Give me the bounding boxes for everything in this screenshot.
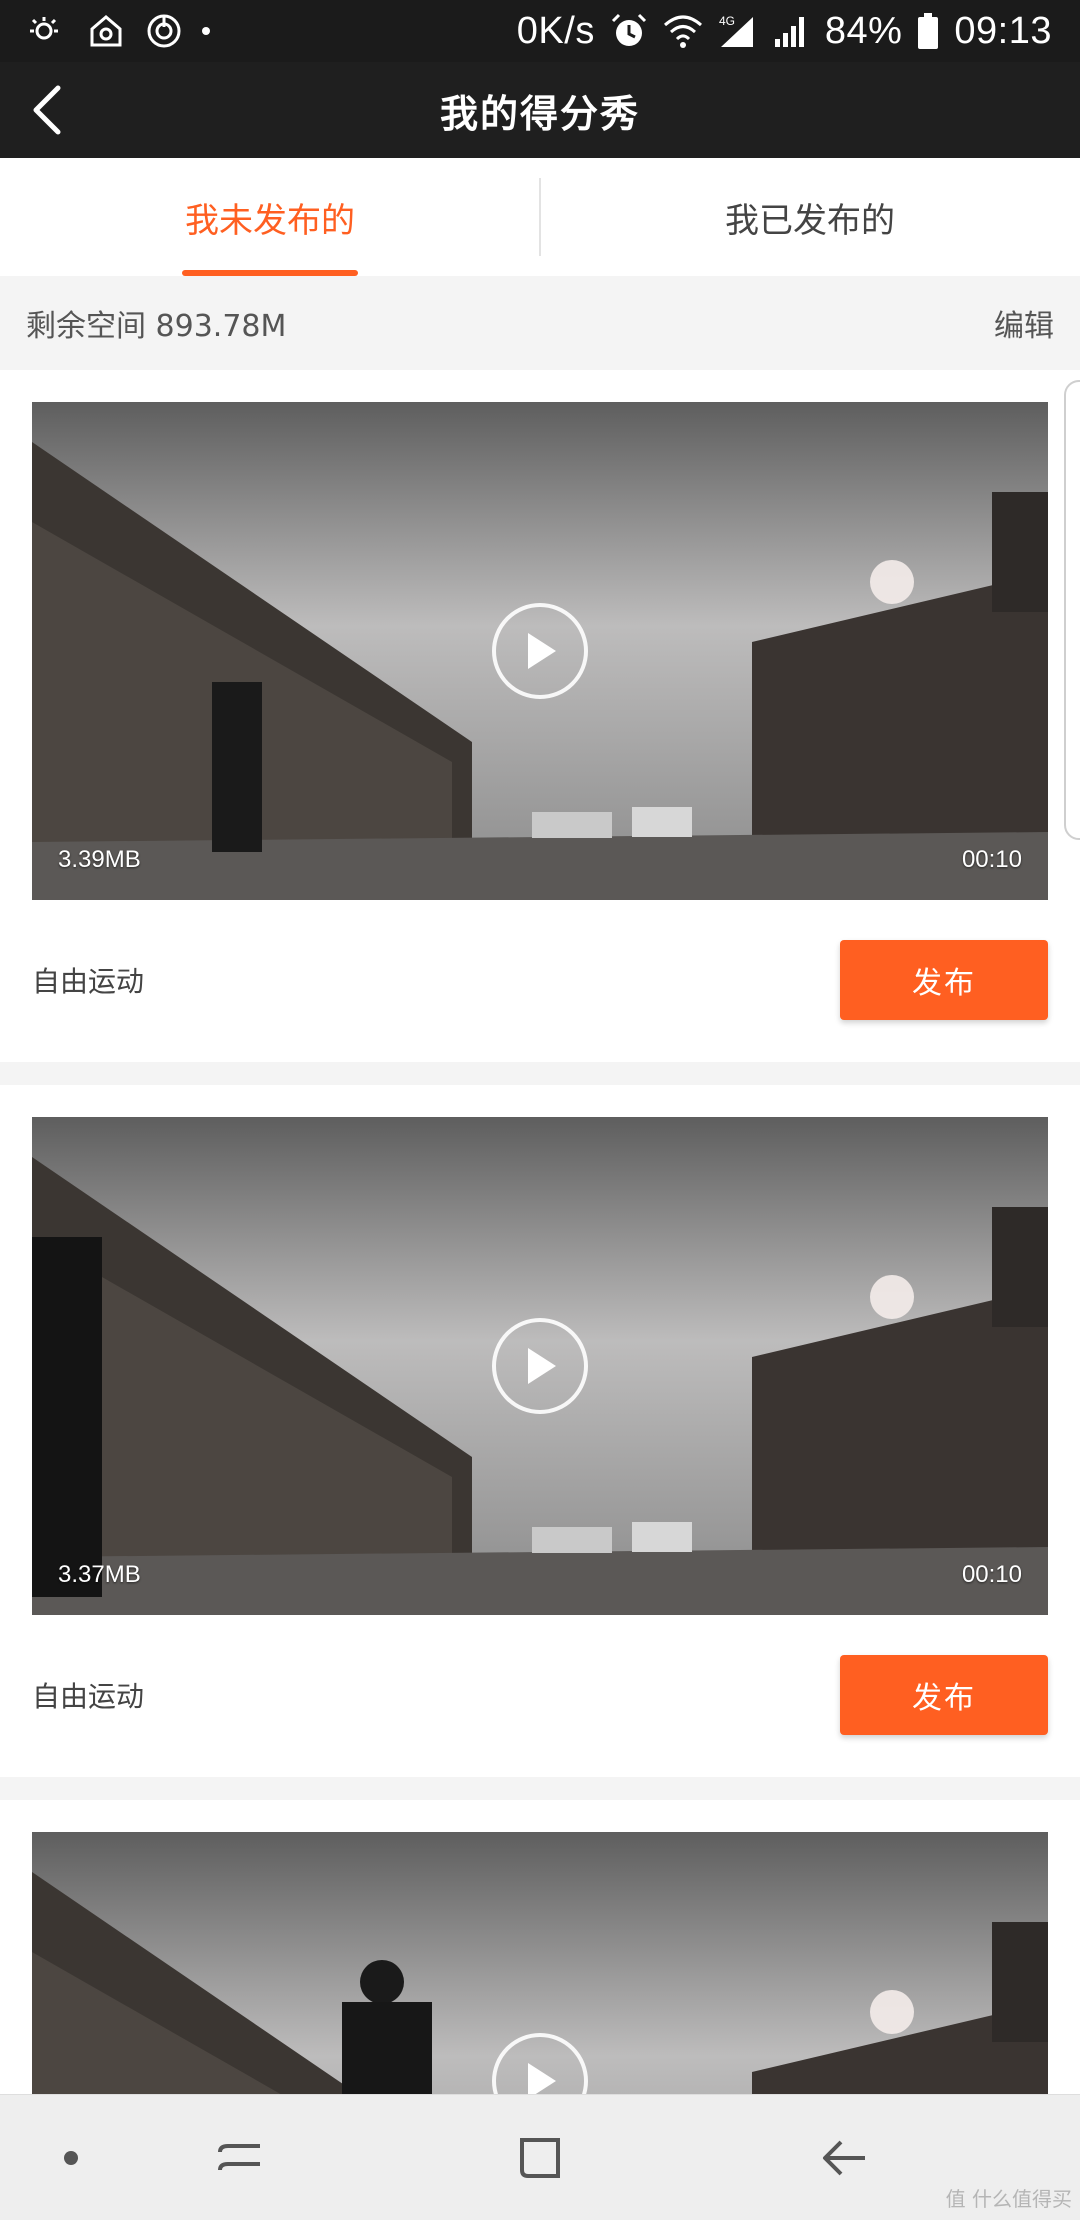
card-footer: 自由运动 发布 [32,900,1048,1060]
tab-unpublished[interactable]: 我未发布的 [0,158,540,276]
home-button[interactable] [505,2123,575,2193]
video-thumbnail[interactable]: 3.37MB 00:10 [32,1117,1048,1615]
clock: 09:13 [954,9,1052,52]
screen: 0K/s 4G 84% 09:13 我的得分秀 我未发布的 我已发布的 剩余空间… [0,0,1080,2220]
video-category: 自由运动 [32,1680,145,1713]
system-nav-bar: 值 什么值得买 [0,2094,1080,2220]
video-card: 3.37MB 00:10 自由运动 发布 [0,1085,1080,1777]
tab-divider [539,178,541,256]
wifi-icon [663,15,702,48]
weather-icon [30,17,58,40]
power-app-icon [147,14,181,48]
signal-4g-icon: 4G [719,14,753,47]
back-icon [823,2140,865,2176]
recent-apps-icon [218,2144,260,2171]
play-icon [528,633,556,669]
back-button[interactable] [18,80,78,140]
page-title: 我的得分秀 [439,91,640,136]
home-icon [520,2138,560,2178]
svg-text:4G: 4G [719,14,735,28]
video-thumbnail[interactable]: 3.39MB 00:10 [32,402,1048,900]
storage-bar: 剩余空间 893.78M 编辑 [0,276,1080,370]
video-category: 自由运动 [32,965,145,998]
battery-icon [918,13,939,49]
more-notifications-dot-icon [202,27,210,35]
network-speed: 0K/s [516,9,595,52]
dot-icon [64,2151,78,2165]
tab-published[interactable]: 我已发布的 [540,158,1080,276]
play-button[interactable] [492,1318,588,1414]
video-size: 3.37MB [58,1561,141,1588]
battery-percent: 84% [824,9,903,52]
status-bar: 0K/s 4G 84% 09:13 [0,0,1080,62]
edit-button[interactable]: 编辑 [994,301,1054,345]
alarm-icon [611,13,646,46]
publish-button[interactable]: 发布 [840,1655,1048,1735]
back-arrow-icon [33,85,61,135]
play-icon [528,1348,556,1384]
nav-dot-button[interactable] [36,2123,106,2193]
tab-bar: 我未发布的 我已发布的 [0,158,1080,276]
status-notifications [28,11,210,51]
video-size: 3.39MB [58,846,141,873]
publish-button[interactable]: 发布 [840,940,1048,1020]
system-back-button[interactable] [810,2123,880,2193]
card-footer: 自由运动 发布 [32,1615,1048,1775]
video-card: 3.39MB 00:10 自由运动 发布 [0,370,1080,1062]
edge-panel-handle[interactable] [1064,380,1080,840]
play-button[interactable] [492,603,588,699]
video-duration: 00:10 [961,846,1022,873]
recent-apps-button[interactable] [205,2123,275,2193]
signal-bars-icon [774,17,804,47]
watermark: 值 什么值得买 [945,2187,1072,2211]
home-app-icon [90,15,122,47]
video-duration: 00:10 [961,1561,1022,1588]
status-system: 0K/s 4G 84% 09:13 [517,10,1052,53]
app-bar: 我的得分秀 [0,62,1080,158]
storage-remaining: 剩余空间 893.78M [26,309,287,344]
